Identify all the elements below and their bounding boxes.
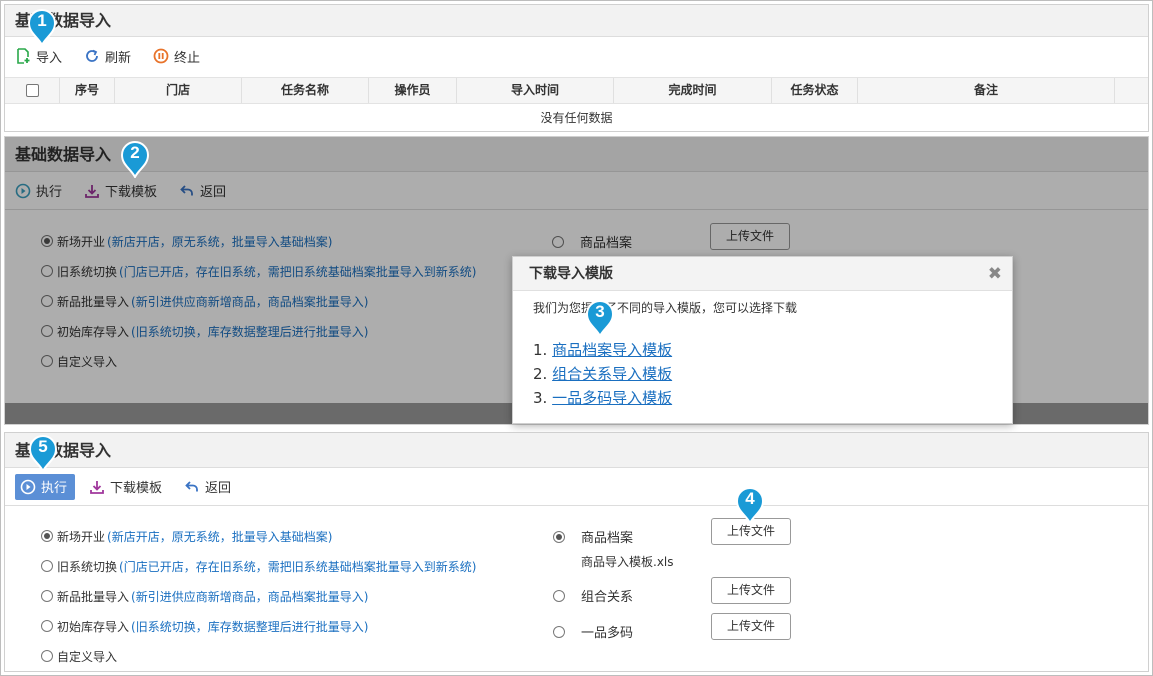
back-button[interactable]: 返回 (184, 477, 231, 496)
upload-file-button[interactable]: 上传文件 (711, 577, 791, 604)
pause-circle-icon (153, 48, 169, 64)
step-badge-4: 4 (735, 486, 765, 526)
close-icon[interactable]: ✖ (988, 257, 1002, 291)
option-label: 初始库存导入 (57, 619, 130, 634)
panel-title: 基础数据导入 (5, 433, 1148, 468)
uploaded-file-name: 商品导入模板.xls (581, 555, 674, 569)
execute-button-active[interactable]: 执行 (15, 473, 76, 500)
col-header[interactable]: 任务状态 (772, 78, 858, 103)
option-hint: (新店开店，原无系统，批量导入基础档案) (107, 529, 333, 544)
execute-label: 执行 (41, 481, 68, 496)
option-hint: (新引进供应商新增商品，商品档案批量导入) (131, 589, 369, 604)
stop-label: 终止 (174, 50, 201, 66)
list-item: 3. 一品多码导入模板 (533, 386, 1012, 410)
task-grid-header: 序号 门店 任务名称 操作员 导入时间 完成时间 任务状态 备注 (5, 77, 1148, 104)
col-header[interactable]: 备注 (858, 78, 1115, 103)
stop-button[interactable]: 终止 (153, 47, 200, 66)
combo-template-link[interactable]: 组合关系导入模板 (552, 365, 672, 383)
import-type-options: 新场开业 (新店开店，原无系统，批量导入基础档案) 旧系统切换 (门店已开店，存在旧… (41, 521, 476, 671)
multi-barcode-option[interactable]: 一品多码 (553, 622, 633, 641)
item-number: 1. (533, 341, 548, 359)
option-hint: (门店已开店，存在旧系统，需把旧系统基础档案批量导入到新系统) (119, 559, 477, 574)
import-button[interactable]: 导入 (15, 47, 62, 66)
panel-title: 基础数据导入 (5, 5, 1148, 37)
option-legacy-switch[interactable]: 旧系统切换 (门店已开店，存在旧系统，需把旧系统基础档案批量导入到新系统) (41, 551, 476, 581)
import-list-panel: 基础数据导入 导入 刷新 终止 序号 门店 任务名称 操作员 导入时间 完成时间… (4, 4, 1149, 132)
dialog-title: 下载导入模版 (529, 266, 613, 282)
option-new-store[interactable]: 新场开业 (新店开店，原无系统，批量导入基础档案) (41, 521, 476, 551)
col-header[interactable]: 操作员 (369, 78, 457, 103)
badge-number: 2 (130, 143, 140, 162)
step-badge-3: 3 (585, 299, 615, 339)
download-template-button[interactable]: 下载模板 (89, 477, 162, 496)
radio-icon[interactable] (553, 530, 565, 543)
product-template-link[interactable]: 商品档案导入模板 (552, 341, 672, 359)
col-header[interactable]: 门店 (115, 78, 242, 103)
option-label: 新品批量导入 (57, 589, 130, 604)
option-custom[interactable]: 自定义导入 (41, 641, 476, 671)
step-badge-1: 1 (27, 8, 57, 48)
option-label: 商品档案 (581, 531, 634, 546)
radio-icon[interactable] (553, 589, 565, 602)
badge-number: 1 (37, 11, 47, 30)
item-number: 2. (533, 365, 548, 383)
radio-icon[interactable] (41, 650, 53, 662)
play-circle-icon (20, 479, 36, 494)
import-label: 导入 (36, 50, 63, 66)
select-all-cell (5, 78, 60, 103)
option-label: 一品多码 (581, 626, 634, 641)
download-label: 下载模板 (110, 481, 163, 496)
select-all-checkbox[interactable] (25, 84, 39, 97)
option-label: 新场开业 (57, 529, 106, 544)
file-add-icon (17, 48, 30, 64)
download-template-dialog: 下载导入模版 ✖ 我们为您提供了不同的导入模版，您可以选择下载 1. 商品档案导… (512, 256, 1013, 424)
badge-number: 5 (38, 437, 48, 456)
col-header[interactable]: 任务名称 (242, 78, 369, 103)
badge-number: 3 (595, 302, 605, 321)
download-icon (90, 480, 104, 494)
col-header[interactable]: 导入时间 (457, 78, 614, 103)
option-new-products[interactable]: 新品批量导入 (新引进供应商新增商品，商品档案批量导入) (41, 581, 476, 611)
refresh-icon (86, 49, 98, 62)
combo-relation-option[interactable]: 组合关系 (553, 586, 633, 605)
radio-icon[interactable] (41, 620, 53, 632)
dialog-title-bar: 下载导入模版 ✖ (513, 257, 1012, 291)
product-archive-option[interactable]: 商品档案 (553, 527, 633, 546)
col-header[interactable]: 完成时间 (614, 78, 772, 103)
step-badge-5: 5 (28, 434, 58, 474)
multi-barcode-template-link[interactable]: 一品多码导入模板 (552, 389, 672, 407)
refresh-button[interactable]: 刷新 (84, 47, 131, 66)
undo-arrow-icon (185, 480, 198, 491)
option-label: 自定义导入 (57, 649, 118, 664)
list-item: 2. 组合关系导入模板 (533, 362, 1012, 386)
upload-file-button[interactable]: 上传文件 (711, 613, 791, 640)
radio-icon[interactable] (41, 560, 53, 572)
options-toolbar: 执行 下载模板 返回 (5, 468, 1148, 506)
empty-message: 没有任何数据 (540, 111, 613, 125)
radio-icon[interactable] (553, 625, 565, 638)
list-item: 1. 商品档案导入模板 (533, 338, 1012, 362)
col-header[interactable]: 序号 (60, 78, 115, 103)
badge-number: 4 (745, 489, 755, 508)
radio-icon[interactable] (41, 590, 53, 602)
back-label: 返回 (205, 481, 232, 496)
option-label: 旧系统切换 (57, 559, 118, 574)
option-label: 组合关系 (581, 590, 634, 605)
step-badge-2: 2 (120, 140, 150, 180)
option-hint: (旧系统切换，库存数据整理后进行批量导入) (131, 619, 369, 634)
import-options-panel: 基础数据导入 执行 下载模板 返回 新场开业 (新店开店，原无系统，批量导入基础档… (4, 432, 1149, 672)
radio-icon[interactable] (41, 530, 53, 542)
option-initial-stock[interactable]: 初始库存导入 (旧系统切换，库存数据整理后进行批量导入) (41, 611, 476, 641)
list-toolbar: 导入 刷新 终止 (5, 37, 1148, 75)
item-number: 3. (533, 389, 548, 407)
refresh-label: 刷新 (105, 50, 132, 66)
